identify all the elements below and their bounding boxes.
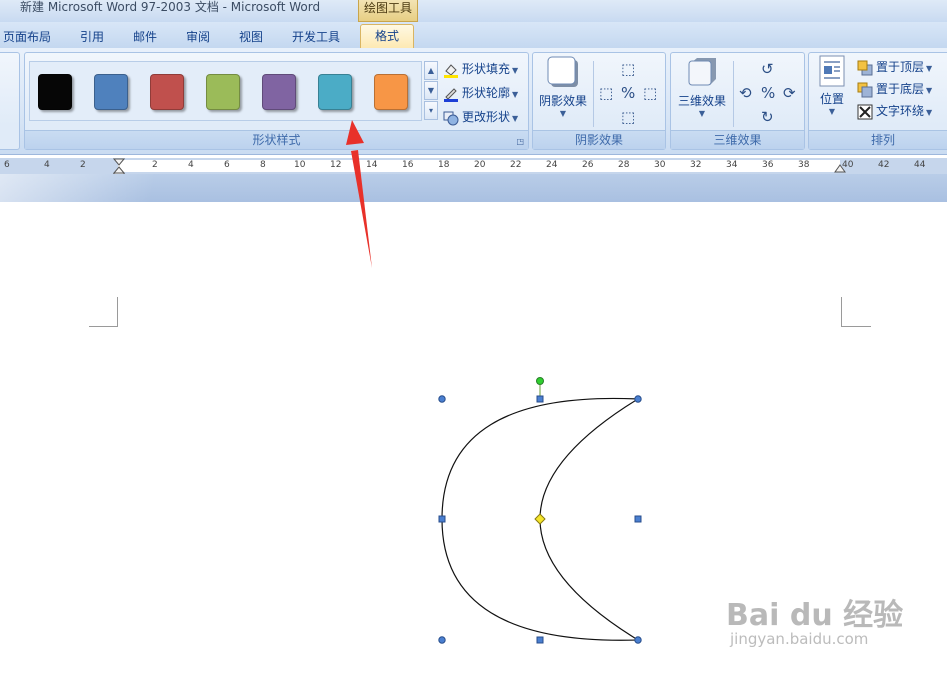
resize-handle-top-left[interactable] [438, 395, 446, 403]
resize-handle-top-right[interactable] [634, 395, 642, 403]
baidu-jingyan-watermark: Bai du 经验 [726, 590, 903, 634]
resize-handle-bottom-left[interactable] [438, 636, 446, 644]
rotate-handle[interactable] [536, 377, 544, 385]
resize-handle-bottom-right[interactable] [634, 636, 642, 644]
resize-handle-left[interactable] [438, 515, 446, 523]
watermark-brand: Bai du 经验 [726, 598, 904, 633]
resize-handle-bottom[interactable] [536, 636, 544, 644]
annotation-arrow-shaft [351, 150, 372, 268]
annotation-arrow-head [346, 120, 364, 145]
moon-shape-canvas [346, 120, 642, 644]
adjust-handle[interactable] [534, 513, 546, 525]
watermark-url: jingyan.baidu.com [730, 630, 869, 648]
resize-handle-top[interactable] [536, 395, 544, 403]
resize-handle-right[interactable] [634, 515, 642, 523]
